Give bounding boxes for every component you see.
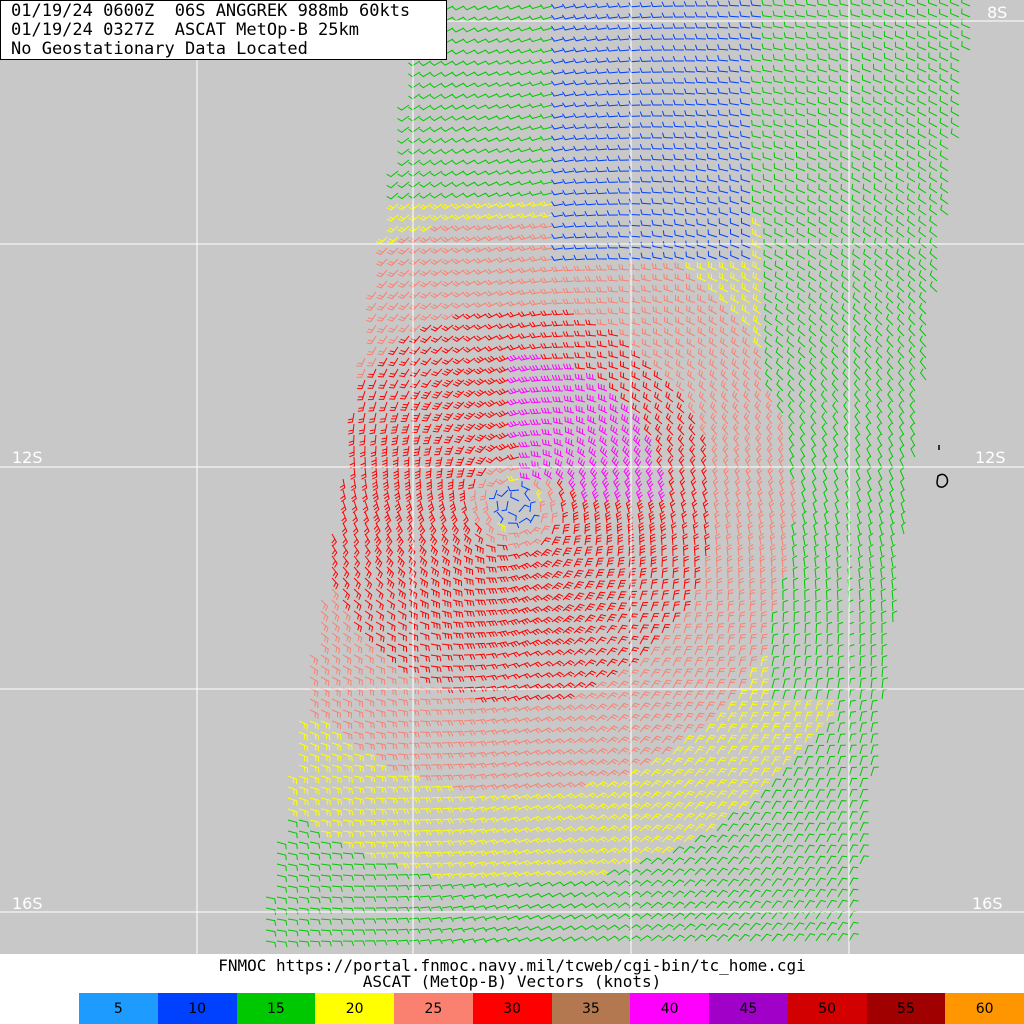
wind-speed-legend: 5 10 15 20 25 30 35 40 45 50 55 60 (79, 993, 1024, 1024)
legend-label: 25 (424, 1000, 443, 1017)
legend-swatch: 15 (236, 993, 316, 1024)
legend-label: 35 (581, 1000, 600, 1017)
legend-label: 45 (739, 1000, 758, 1017)
wind-barb (859, 855, 869, 865)
header-line-1: 01/19/24 0600Z 06S ANGGREK 988mb 60kts (11, 1, 411, 21)
legend-swatch: 55 (866, 993, 946, 1024)
legend-swatch: 40 (630, 993, 709, 1024)
legend-label: 50 (818, 1000, 837, 1017)
wind-vector-map: 01/19/24 0600Z 06S ANGGREK 988mb 60kts 0… (0, 0, 1024, 954)
lat-label-8s: 8S (987, 3, 1008, 22)
wind-barb (397, 104, 410, 111)
header-line-2: 01/19/24 0327Z ASCAT MetOp-B 25km (11, 20, 359, 40)
legend-swatch: 10 (157, 993, 237, 1024)
legend-label: 15 (266, 1000, 285, 1017)
legend-label: 30 (503, 1000, 522, 1017)
legend-swatch: 30 (472, 993, 552, 1024)
legend-swatch: 50 (787, 993, 867, 1024)
legend-label: 55 (896, 1000, 915, 1017)
island-outline (936, 445, 949, 488)
legend-label: 20 (345, 1000, 364, 1017)
lat-label-16s-right: 16S (972, 894, 1003, 913)
legend-swatch: 45 (709, 993, 788, 1024)
legend-swatch: 20 (315, 993, 394, 1024)
legend-label: 5 (113, 1000, 123, 1017)
footer-product: ASCAT (MetOp-B) Vectors (knots) (362, 972, 662, 991)
legend-swatch: 60 (945, 993, 1024, 1024)
lat-label-12s-left: 12S (12, 448, 43, 467)
header-box: 01/19/24 0600Z 06S ANGGREK 988mb 60kts 0… (0, 0, 447, 60)
legend-swatch: 35 (551, 993, 631, 1024)
legend-label: 60 (975, 1000, 994, 1017)
legend-label: 10 (188, 1000, 207, 1017)
legend-swatch: 25 (394, 993, 473, 1024)
lat-label-12s-right: 12S (975, 448, 1006, 467)
map-canvas (0, 0, 1024, 954)
lat-label-16s-left: 16S (12, 894, 43, 913)
legend-swatch: 5 (79, 993, 158, 1024)
header-line-3: No Geostationary Data Located (11, 39, 308, 59)
legend-label: 40 (660, 1000, 679, 1017)
